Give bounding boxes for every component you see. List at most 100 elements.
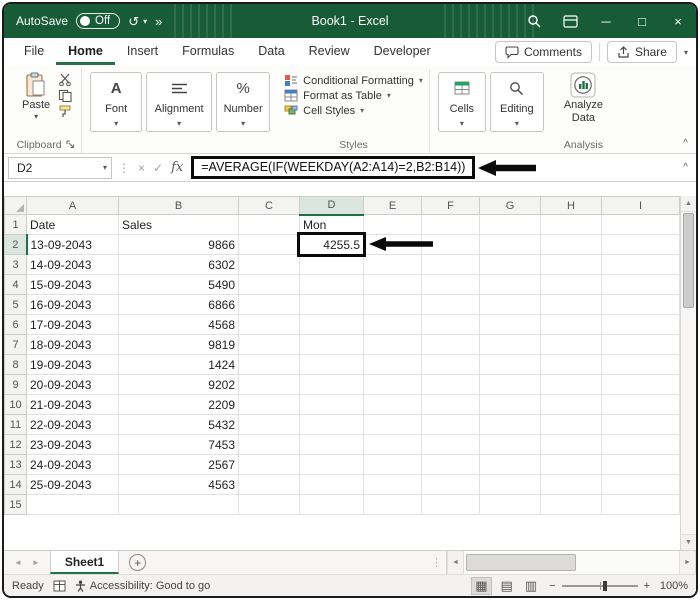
cell-G11[interactable] [479,414,541,435]
scroll-left-icon[interactable]: ◄ [447,551,464,574]
alignment-group-button[interactable]: Alignment ▾ [146,72,213,132]
close-button[interactable]: × [660,4,696,38]
col-header-H[interactable]: H [540,196,602,215]
font-group-button[interactable]: A Font ▾ [90,72,143,132]
cell-D4[interactable] [299,274,364,295]
cell-E6[interactable] [363,314,422,335]
paste-button[interactable]: Paste ▾ [16,69,56,124]
cell-I1[interactable] [601,214,680,235]
cell-F14[interactable] [421,474,480,495]
cell-D3[interactable] [299,254,364,275]
view-page-layout-icon[interactable]: ▤ [498,578,516,594]
cell-H14[interactable] [540,474,602,495]
cell-F3[interactable] [421,254,480,275]
cell-F1[interactable] [421,214,480,235]
macro-record-icon[interactable] [53,580,66,592]
expand-formula-bar-icon[interactable]: ^ [683,162,690,173]
cell-B14[interactable]: 4563 [118,474,239,495]
cell-B6[interactable]: 4568 [118,314,239,335]
cell-B11[interactable]: 5432 [118,414,239,435]
row-header-1[interactable]: 1 [4,214,27,235]
cell-D10[interactable] [299,394,364,415]
cell-I6[interactable] [601,314,680,335]
tab-home[interactable]: Home [56,39,115,65]
tab-insert[interactable]: Insert [115,39,170,65]
view-normal-icon[interactable]: ▦ [471,576,492,595]
tab-developer[interactable]: Developer [362,39,443,65]
cell-D8[interactable] [299,354,364,375]
name-box[interactable]: D2 ▾ [8,156,112,179]
cell-H8[interactable] [540,354,602,375]
vertical-scroll-thumb[interactable] [683,213,694,308]
row-header-7[interactable]: 7 [4,334,27,355]
cell-H13[interactable] [540,454,602,475]
cell-I13[interactable] [601,454,680,475]
col-header-G[interactable]: G [479,196,541,215]
col-header-C[interactable]: C [238,196,300,215]
cell-D5[interactable] [299,294,364,315]
zoom-in-button[interactable]: + [644,580,650,592]
col-header-E[interactable]: E [363,196,422,215]
cell-C14[interactable] [238,474,300,495]
cell-D2[interactable]: 4255.5 [299,234,364,255]
row-header-8[interactable]: 8 [4,354,27,375]
cell-F2[interactable] [421,234,480,255]
row-header-10[interactable]: 10 [4,394,27,415]
cell-B9[interactable]: 9202 [118,374,239,395]
col-header-D[interactable]: D [299,196,364,216]
row-header-9[interactable]: 9 [4,374,27,395]
cell-E10[interactable] [363,394,422,415]
cell-C2[interactable] [238,234,300,255]
cell-A13[interactable]: 24-09-2043 [26,454,119,475]
cell-I2[interactable] [601,234,680,255]
conditional-formatting-button[interactable]: Conditional Formatting ▾ [284,74,423,87]
cell-E13[interactable] [363,454,422,475]
cell-G9[interactable] [479,374,541,395]
cell-C8[interactable] [238,354,300,375]
cell-D12[interactable] [299,434,364,455]
cell-A14[interactable]: 25-09-2043 [26,474,119,495]
tab-file[interactable]: File [12,39,56,65]
col-header-B[interactable]: B [118,196,239,215]
cell-A8[interactable]: 19-09-2043 [26,354,119,375]
ribbon-display-options-icon[interactable] [552,4,588,38]
share-dropdown-icon[interactable]: ▾ [684,48,688,57]
cell-G2[interactable] [479,234,541,255]
cell-A11[interactable]: 22-09-2043 [26,414,119,435]
minimize-button[interactable]: ─ [588,4,624,38]
horizontal-scrollbar[interactable]: ◄ ► [446,551,696,574]
cell-B3[interactable]: 6302 [118,254,239,275]
cell-D1[interactable]: Mon [299,214,364,235]
select-all-corner[interactable] [4,196,27,215]
cut-icon[interactable] [58,73,73,86]
sheet-nav-right-icon[interactable]: ► [32,558,40,567]
cell-F13[interactable] [421,454,480,475]
cell-G8[interactable] [479,354,541,375]
cell-F9[interactable] [421,374,480,395]
cell-B10[interactable]: 2209 [118,394,239,415]
horizontal-scroll-thumb[interactable] [466,554,576,571]
row-header-2[interactable]: 2 [4,234,28,255]
cell-H12[interactable] [540,434,602,455]
cell-H3[interactable] [540,254,602,275]
col-header-A[interactable]: A [26,196,119,215]
cell-A9[interactable]: 20-09-2043 [26,374,119,395]
cell-E7[interactable] [363,334,422,355]
cell-H7[interactable] [540,334,602,355]
editing-group-button[interactable]: Editing ▾ [489,72,544,132]
comments-button[interactable]: Comments [494,41,592,63]
cell-E4[interactable] [363,274,422,295]
sheet-tab-sheet1[interactable]: Sheet1 [49,551,120,574]
cells-group-button[interactable]: Cells ▾ [437,72,486,132]
cell-G5[interactable] [479,294,541,315]
cell-B2[interactable]: 9866 [118,234,239,255]
cell-A7[interactable]: 18-09-2043 [26,334,119,355]
cell-G4[interactable] [479,274,541,295]
cell-C1[interactable] [238,214,300,235]
cell-F12[interactable] [421,434,480,455]
cell-C15[interactable] [238,494,300,515]
cell-I4[interactable] [601,274,680,295]
cell-E12[interactable] [363,434,422,455]
row-header-4[interactable]: 4 [4,274,27,295]
cell-A6[interactable]: 17-09-2043 [26,314,119,335]
